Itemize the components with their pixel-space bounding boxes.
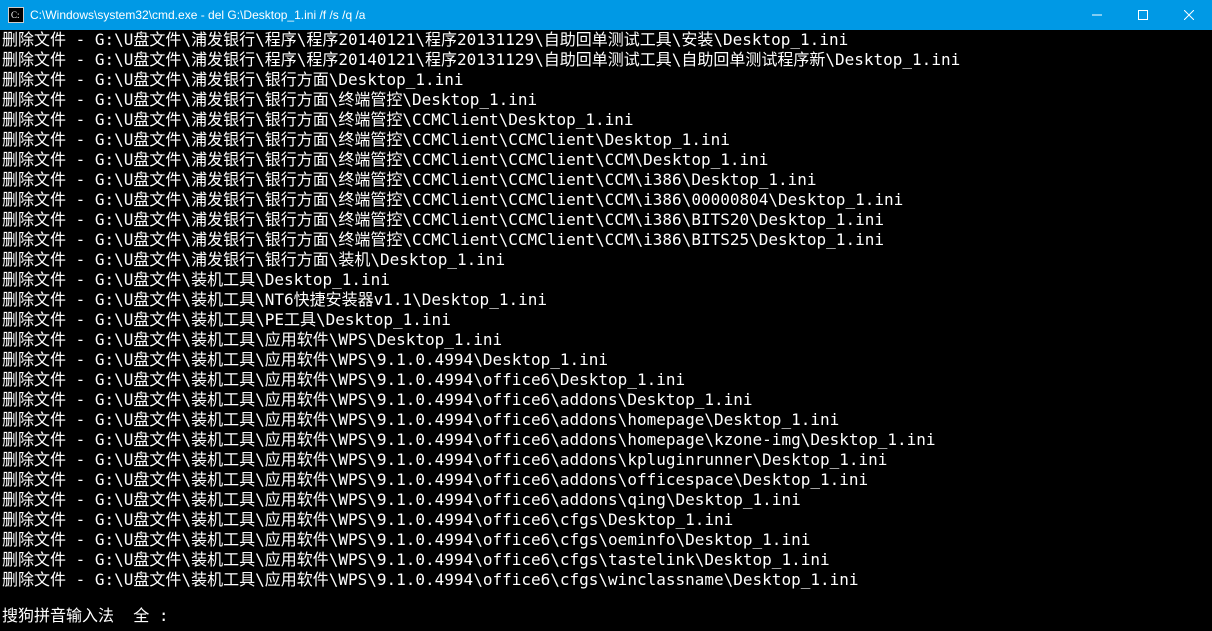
console-line: 删除文件 - G:\U盘文件\浦发银行\银行方面\终端管控\CCMClient\… [2, 210, 1210, 230]
console-line: 删除文件 - G:\U盘文件\装机工具\应用软件\WPS\9.1.0.4994\… [2, 530, 1210, 550]
console-line: 删除文件 - G:\U盘文件\装机工具\应用软件\WPS\9.1.0.4994\… [2, 390, 1210, 410]
console-line: 删除文件 - G:\U盘文件\装机工具\应用软件\WPS\9.1.0.4994\… [2, 370, 1210, 390]
console-line: 删除文件 - G:\U盘文件\装机工具\Desktop_1.ini [2, 270, 1210, 290]
console-line: 删除文件 - G:\U盘文件\浦发银行\银行方面\终端管控\CCMClient\… [2, 150, 1210, 170]
console-line: 删除文件 - G:\U盘文件\浦发银行\程序\程序20140121\程序2013… [2, 30, 1210, 50]
console-line: 删除文件 - G:\U盘文件\浦发银行\银行方面\装机\Desktop_1.in… [2, 250, 1210, 270]
console-line: 删除文件 - G:\U盘文件\装机工具\应用软件\WPS\9.1.0.4994\… [2, 450, 1210, 470]
console-line: 删除文件 - G:\U盘文件\装机工具\应用软件\WPS\9.1.0.4994\… [2, 410, 1210, 430]
titlebar[interactable]: C: C:\Windows\system32\cmd.exe - del G:\… [0, 0, 1212, 30]
console-line: 删除文件 - G:\U盘文件\装机工具\应用软件\WPS\9.1.0.4994\… [2, 470, 1210, 490]
console-line: 删除文件 - G:\U盘文件\浦发银行\银行方面\终端管控\Desktop_1.… [2, 90, 1210, 110]
console-line: 删除文件 - G:\U盘文件\装机工具\NT6快捷安装器v1.1\Desktop… [2, 290, 1210, 310]
console-line: 删除文件 - G:\U盘文件\浦发银行\银行方面\终端管控\CCMClient\… [2, 130, 1210, 150]
console-line: 删除文件 - G:\U盘文件\装机工具\应用软件\WPS\9.1.0.4994\… [2, 550, 1210, 570]
console-line: 删除文件 - G:\U盘文件\浦发银行\程序\程序20140121\程序2013… [2, 50, 1210, 70]
maximize-button[interactable] [1120, 0, 1166, 30]
console-line: 删除文件 - G:\U盘文件\装机工具\PE工具\Desktop_1.ini [2, 310, 1210, 330]
console-line: 删除文件 - G:\U盘文件\装机工具\应用软件\WPS\9.1.0.4994\… [2, 490, 1210, 510]
cmd-window: C: C:\Windows\system32\cmd.exe - del G:\… [0, 0, 1212, 631]
console-line: 删除文件 - G:\U盘文件\浦发银行\银行方面\终端管控\CCMClient\… [2, 110, 1210, 130]
console-line: 删除文件 - G:\U盘文件\装机工具\应用软件\WPS\9.1.0.4994\… [2, 510, 1210, 530]
console-line: 删除文件 - G:\U盘文件\装机工具\应用软件\WPS\9.1.0.4994\… [2, 570, 1210, 590]
console-line: 删除文件 - G:\U盘文件\装机工具\应用软件\WPS\9.1.0.4994\… [2, 430, 1210, 450]
console-line: 删除文件 - G:\U盘文件\浦发银行\银行方面\Desktop_1.ini [2, 70, 1210, 90]
console-output[interactable]: 删除文件 - G:\U盘文件\浦发银行\程序\程序20140121\程序2013… [0, 30, 1212, 631]
console-line: 删除文件 - G:\U盘文件\浦发银行\银行方面\终端管控\CCMClient\… [2, 170, 1210, 190]
cmd-icon: C: [8, 7, 24, 23]
svg-text:C:: C: [11, 10, 20, 20]
window-title: C:\Windows\system32\cmd.exe - del G:\Des… [30, 0, 1074, 30]
console-line: 删除文件 - G:\U盘文件\装机工具\应用软件\WPS\Desktop_1.i… [2, 330, 1210, 350]
close-button[interactable] [1166, 0, 1212, 30]
console-line: 删除文件 - G:\U盘文件\浦发银行\银行方面\终端管控\CCMClient\… [2, 230, 1210, 250]
console-line: 删除文件 - G:\U盘文件\装机工具\应用软件\WPS\9.1.0.4994\… [2, 350, 1210, 370]
console-line: 删除文件 - G:\U盘文件\浦发银行\银行方面\终端管控\CCMClient\… [2, 190, 1210, 210]
window-controls [1074, 0, 1212, 30]
minimize-button[interactable] [1074, 0, 1120, 30]
ime-status-line: 搜狗拼音输入法 全 : [2, 606, 1210, 626]
